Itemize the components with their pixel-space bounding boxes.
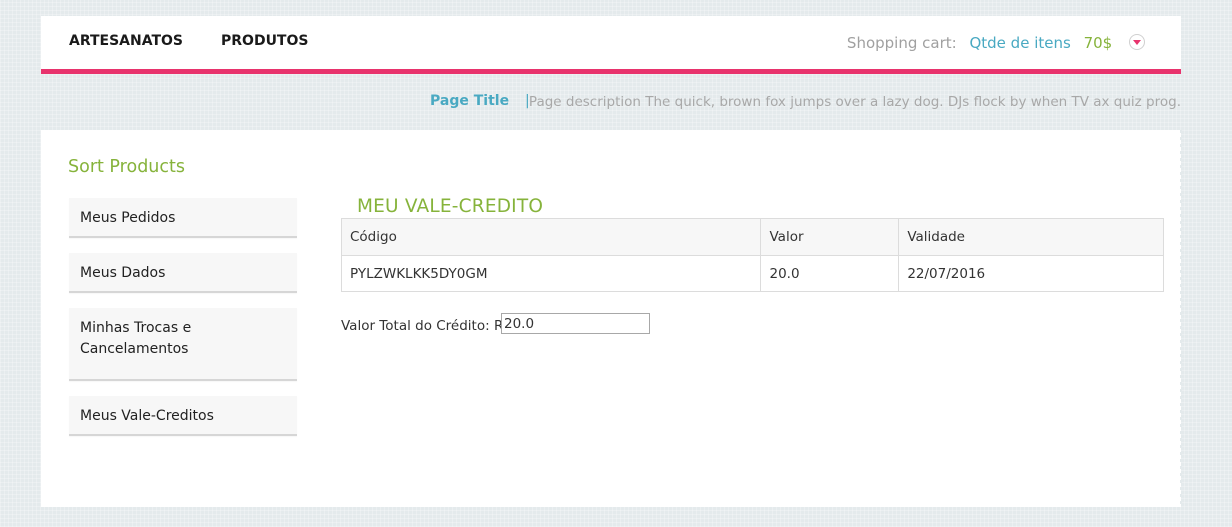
total-credit-field[interactable] (501, 313, 650, 334)
content-panel: Sort Products Meus Pedidos Meus Dados Mi… (41, 130, 1182, 507)
table-header-row: Código Valor Validade (340, 218, 1164, 256)
sidebar-item-meus-dados[interactable]: Meus Dados (69, 253, 297, 293)
page-description: Page description The quick, brown fox ju… (528, 94, 1181, 110)
page-header: Page Title | Page description The quick,… (41, 74, 1181, 130)
cell-validade: 22/07/2016 (898, 255, 1164, 292)
cell-codigo: PYLZWKLKK5DY0GM (340, 255, 762, 292)
cart-label: Shopping cart: (846, 34, 957, 52)
table-row: PYLZWKLKK5DY0GM 20.0 22/07/2016 (340, 255, 1164, 292)
sidebar-item-label: Meus Vale-Creditos (80, 408, 214, 424)
column-header-codigo: Código (340, 218, 762, 256)
page-title: Page Title (430, 93, 510, 109)
total-credit-label: Valor Total do Crédito: R$ (341, 318, 512, 334)
cart-items-link[interactable]: Qtde de itens (969, 34, 1070, 52)
section-title: MEU VALE-CREDITO (357, 196, 544, 217)
sidebar-item-label: Meus Dados (80, 265, 166, 281)
sidebar-item-meus-vale-creditos[interactable]: Meus Vale-Creditos (69, 396, 297, 436)
shopping-cart: Shopping cart: Qtde de itens 70$ (847, 34, 1145, 52)
sidebar-item-label: Meus Pedidos (80, 210, 176, 226)
nav-artesanatos[interactable]: ARTESANATOS (69, 33, 183, 49)
sidebar-item-minhas-trocas[interactable]: Minhas Trocas e Cancelamentos (69, 308, 297, 381)
sidebar-item-meus-pedidos[interactable]: Meus Pedidos (69, 198, 297, 238)
nav-produtos[interactable]: PRODUTOS (221, 33, 308, 49)
cell-valor: 20.0 (760, 255, 900, 292)
sidebar-item-label: Minhas Trocas e Cancelamentos (80, 320, 192, 357)
chevron-down-icon[interactable] (1129, 34, 1145, 50)
column-header-valor: Valor (760, 218, 900, 256)
cart-price: 70$ (1083, 34, 1113, 52)
column-header-validade: Validade (898, 218, 1164, 256)
top-navbar: ARTESANATOS PRODUTOS Shopping cart: Qtde… (41, 16, 1181, 74)
sidebar-title: Sort Products (68, 157, 185, 177)
credits-table: Código Valor Validade PYLZWKLKK5DY0GM 20… (340, 218, 1164, 292)
